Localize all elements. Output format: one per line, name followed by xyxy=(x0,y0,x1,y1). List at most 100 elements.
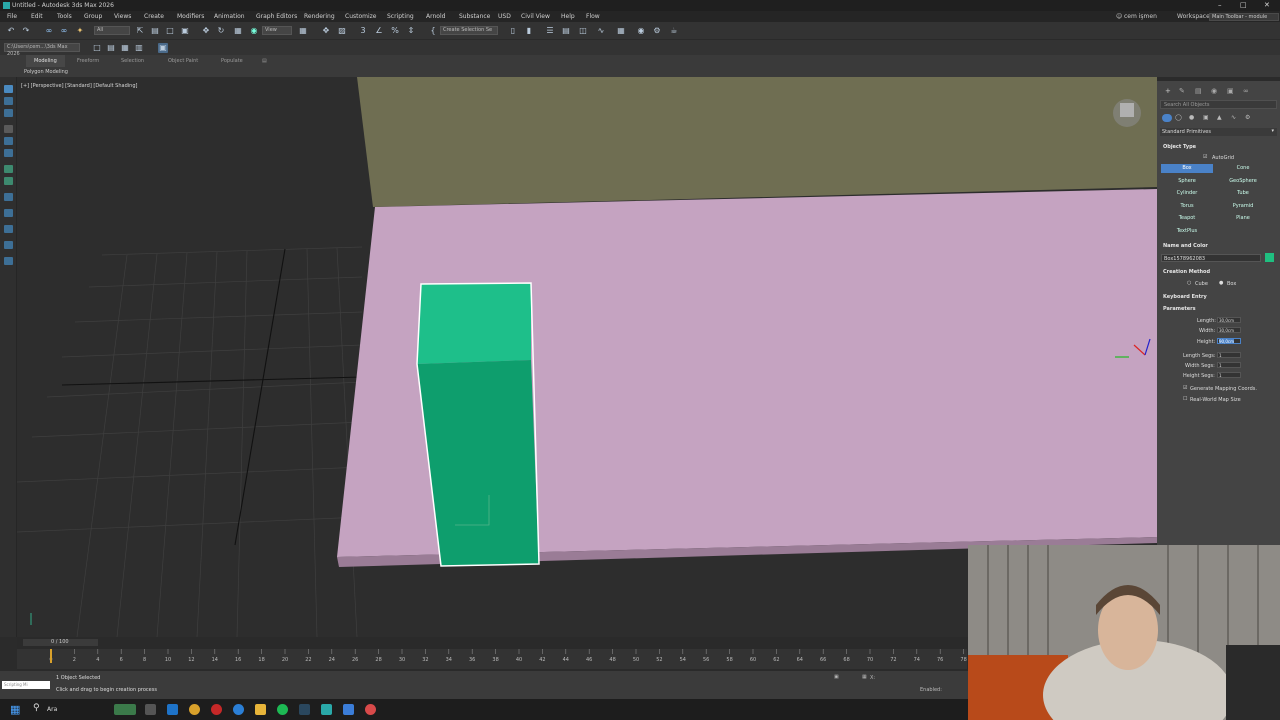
bind-space-warp-icon[interactable]: ✦ xyxy=(75,26,85,36)
search-field[interactable]: Search All Objects xyxy=(1160,100,1277,109)
menu-civil-view[interactable]: Civil View xyxy=(521,11,550,22)
plane-button[interactable]: Plane xyxy=(1217,214,1269,223)
steam-icon[interactable] xyxy=(299,704,310,715)
height-segs-spinner[interactable]: 1 xyxy=(1217,372,1241,378)
named-selection-dropdown[interactable]: Create Selection Se xyxy=(440,26,498,35)
cone-button[interactable]: Cone xyxy=(1217,164,1269,173)
name-and-color-header[interactable]: Name and Color xyxy=(1163,243,1208,249)
ribbon-tab-freeform[interactable]: Freeform xyxy=(77,55,99,67)
menu-file[interactable]: File xyxy=(7,11,17,22)
keyboard-entry-header[interactable]: Keyboard Entry xyxy=(1163,294,1207,300)
mirror-icon[interactable]: ▯ xyxy=(508,26,518,36)
start-icon[interactable]: ▦ xyxy=(10,703,20,716)
redo-icon[interactable]: ↷ xyxy=(21,26,31,36)
open-file-icon[interactable]: ▤ xyxy=(106,43,116,53)
render-icon[interactable]: ☕ xyxy=(669,26,679,36)
time-slider[interactable]: 0 / 100 xyxy=(23,639,98,646)
layout-tab-icon[interactable] xyxy=(4,137,13,145)
layout-tab-icon[interactable] xyxy=(4,165,13,173)
autogrid-checkbox[interactable]: ☑ xyxy=(1203,154,1207,160)
move-icon[interactable]: ✥ xyxy=(201,26,211,36)
width-segs-spinner[interactable]: 1 xyxy=(1217,362,1241,368)
current-frame-marker[interactable] xyxy=(50,649,52,663)
parameters-header[interactable]: Parameters xyxy=(1163,306,1196,312)
cameras-category-icon[interactable]: ▣ xyxy=(1203,114,1209,121)
ribbon-tab-selection[interactable]: Selection xyxy=(121,55,144,67)
render-setup-icon[interactable]: ⚙ xyxy=(652,26,662,36)
user-name[interactable]: cem işmen xyxy=(1124,11,1157,22)
ribbon-options-icon[interactable]: ▤ xyxy=(262,55,267,67)
project-path-dropdown[interactable]: C:\Users\cem...\3ds Max 2026 xyxy=(4,43,80,57)
object-type-header[interactable]: Object Type xyxy=(1163,144,1196,150)
menu-substance[interactable]: Substance xyxy=(459,11,490,22)
layout-tab-icon[interactable] xyxy=(4,177,13,185)
object-color-swatch[interactable] xyxy=(1265,253,1274,262)
textplus-button[interactable]: TextPlus xyxy=(1161,227,1213,236)
menu-customize[interactable]: Customize xyxy=(345,11,377,22)
menu-flow[interactable]: Flow xyxy=(586,11,600,22)
project-folder-icon[interactable]: ▥ xyxy=(134,43,144,53)
close-button[interactable]: ✕ xyxy=(1264,0,1270,11)
ribbon-tab-modeling[interactable]: Modeling xyxy=(26,55,65,67)
scene-explorer-tab-icon[interactable] xyxy=(4,125,13,133)
layout-tab-icon[interactable] xyxy=(4,149,13,157)
motion-tab-icon[interactable]: ◉ xyxy=(1211,87,1217,95)
hierarchy-tab-icon[interactable]: ▤ xyxy=(1195,87,1202,95)
menu-usd[interactable]: USD xyxy=(498,11,511,22)
track-bar[interactable]: 0246810121416182022242628303234363840424… xyxy=(17,649,967,669)
ribbon-sub-label[interactable]: Polygon Modeling xyxy=(24,67,68,77)
menu-arnold[interactable]: Arnold xyxy=(426,11,445,22)
rotate-icon[interactable]: ↻ xyxy=(216,26,226,36)
layout-icon[interactable]: ▣ xyxy=(158,43,168,53)
layout-tab-icon[interactable] xyxy=(4,257,13,265)
scale-icon[interactable]: ▦ xyxy=(233,26,243,36)
place-icon[interactable]: ◉ xyxy=(249,26,259,36)
length-segs-spinner[interactable]: 1 xyxy=(1217,352,1241,358)
pyramid-button[interactable]: Pyramid xyxy=(1217,202,1269,211)
systems-category-icon[interactable]: ⚙ xyxy=(1245,114,1250,121)
menu-views[interactable]: Views xyxy=(114,11,131,22)
opera-icon[interactable] xyxy=(211,704,222,715)
length-spinner[interactable]: 30,0cm xyxy=(1217,317,1241,323)
select-by-name-icon[interactable]: ▤ xyxy=(150,26,160,36)
cube-radio[interactable]: ○ xyxy=(1187,280,1191,286)
pivot-icon[interactable]: ▦ xyxy=(298,26,308,36)
ribbon-tab-object-paint[interactable]: Object Paint xyxy=(168,55,198,67)
curve-editor-icon[interactable]: ∿ xyxy=(596,26,606,36)
material-editor-icon[interactable]: ◉ xyxy=(636,26,646,36)
layout-tab-icon[interactable] xyxy=(4,225,13,233)
spotify-icon[interactable] xyxy=(277,704,288,715)
maxscript-listener[interactable]: Scripting Mi xyxy=(2,681,50,689)
percent-snap-icon[interactable]: % xyxy=(390,26,400,36)
app-icon[interactable] xyxy=(343,704,354,715)
shapes-category-icon[interactable]: ◯ xyxy=(1175,114,1182,121)
undo-icon[interactable]: ↶ xyxy=(6,26,16,36)
generate-mapping-checkbox[interactable]: ☑ xyxy=(1183,385,1187,391)
spacewarps-category-icon[interactable]: ∿ xyxy=(1231,114,1236,121)
layout-tab-icon[interactable] xyxy=(4,85,13,93)
taskbar-search-label[interactable]: Ara xyxy=(47,706,57,713)
menu-scripting[interactable]: Scripting xyxy=(387,11,414,22)
isolate-icon[interactable]: ▣ xyxy=(834,674,839,680)
graphite-toggle-icon[interactable]: ◫ xyxy=(578,26,588,36)
menu-animation[interactable]: Animation xyxy=(214,11,245,22)
link-icon[interactable]: ∞ xyxy=(44,26,54,36)
menu-help[interactable]: Help xyxy=(561,11,575,22)
spinner-snap-icon[interactable]: ⇕ xyxy=(406,26,416,36)
keyboard-shortcut-icon[interactable]: ▨ xyxy=(337,26,347,36)
real-world-checkbox[interactable]: ☐ xyxy=(1183,396,1187,402)
width-spinner[interactable]: 30,0cm xyxy=(1217,327,1241,333)
edge-icon[interactable] xyxy=(167,704,178,715)
manipulate-icon[interactable]: ✥ xyxy=(321,26,331,36)
task-view-icon[interactable] xyxy=(145,704,156,715)
utilities-tab-icon[interactable]: ∞ xyxy=(1243,87,1249,95)
viewport-label[interactable]: [+] [Perspective] [Standard] [Default Sh… xyxy=(21,83,137,89)
recorder-icon[interactable] xyxy=(365,704,376,715)
select-object-icon[interactable]: ⇱ xyxy=(135,26,145,36)
creation-method-header[interactable]: Creation Method xyxy=(1163,269,1210,275)
box-radio[interactable]: ● xyxy=(1219,280,1223,286)
angle-snap-icon[interactable]: ∠ xyxy=(374,26,384,36)
unlink-icon[interactable]: ∞ xyxy=(59,26,69,36)
viewcube-face[interactable] xyxy=(1120,103,1134,117)
window-crossing-icon[interactable]: ▣ xyxy=(180,26,190,36)
